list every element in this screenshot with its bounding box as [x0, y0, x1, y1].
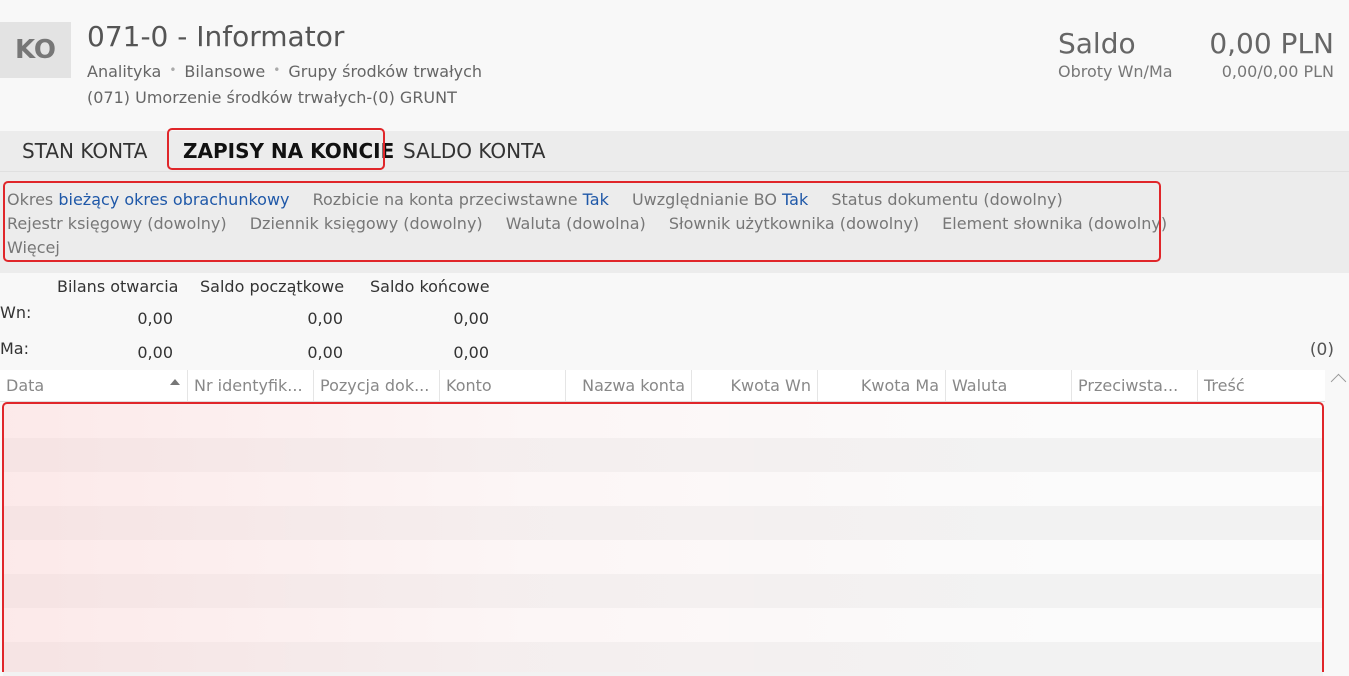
obroty-label: Obroty Wn/Ma — [1058, 62, 1173, 81]
column-header-waluta[interactable]: Waluta — [946, 370, 1072, 401]
saldo-label: Saldo — [1058, 27, 1136, 60]
table-row[interactable] — [3, 574, 1323, 608]
column-header-nazwa-konta[interactable]: Nazwa konta — [566, 370, 692, 401]
summary-value: 0,00 — [137, 343, 173, 362]
summary-header-saldo-konc: Saldo końcowe — [370, 277, 490, 296]
table-row[interactable] — [3, 506, 1323, 540]
table-row[interactable] — [3, 642, 1323, 676]
summary-header-saldo-pocz: Saldo początkowe — [200, 277, 345, 296]
table-row[interactable] — [3, 472, 1323, 506]
breadcrumb: Analityka • Bilansowe • Grupy środków tr… — [87, 62, 482, 81]
summary-value: 0,00 — [137, 309, 173, 328]
summary-label-wn: Wn: — [0, 303, 32, 322]
filter-more-link[interactable]: Więcej — [7, 238, 60, 257]
column-header-pozycja-dokumentu[interactable]: Pozycja dok... — [314, 370, 440, 401]
filter-status-dokumentu[interactable]: Status dokumentu (dowolny) — [831, 190, 1062, 209]
table-row[interactable] — [3, 540, 1323, 574]
breadcrumb-item[interactable]: Analityka — [87, 62, 161, 81]
table-row[interactable] — [3, 438, 1323, 472]
filter-row-2: Rejestr księgowy (dowolny) Dziennik księ… — [7, 214, 1185, 233]
column-header-tresc[interactable]: Treść — [1198, 370, 1325, 401]
filter-row-1: Okres bieżący okres obrachunkowy Rozbici… — [7, 190, 1081, 209]
filter-uwzglednianie-bo[interactable]: Uwzględnianie BO Tak — [632, 190, 808, 209]
record-count: (0) — [1309, 340, 1334, 360]
breadcrumb-item[interactable]: Grupy środków trwałych — [288, 62, 482, 81]
column-header-konto[interactable]: Konto — [440, 370, 566, 401]
separator-dot-icon: • — [169, 63, 177, 77]
tab-bar: STAN KONTA ZAPISY NA KONCIE SALDO KONTA — [0, 131, 1349, 172]
summary-header-bilans: Bilans otwarcia — [57, 277, 179, 296]
filter-rozbicie[interactable]: Rozbicie na konta przeciwstawne Tak — [313, 190, 609, 209]
filter-rejestr[interactable]: Rejestr księgowy (dowolny) — [7, 214, 227, 233]
filter-dziennik[interactable]: Dziennik księgowy (dowolny) — [250, 214, 483, 233]
grid-body — [3, 404, 1323, 676]
summary-value: 0,00 — [307, 309, 343, 328]
filter-element-slownika[interactable]: Element słownika (dowolny) — [942, 214, 1167, 233]
tab-zapisy-na-koncie[interactable]: ZAPISY NA KONCIE — [183, 131, 394, 171]
column-header-nr-identyfikacyjny[interactable]: Nr identyfik... — [188, 370, 314, 401]
tab-saldo-konta[interactable]: SALDO KONTA — [403, 131, 545, 171]
avatar: KO — [0, 22, 71, 78]
grid-header: Data Nr identyfik... Pozycja dok... Kont… — [0, 370, 1325, 402]
breadcrumb-item[interactable]: Bilansowe — [184, 62, 265, 81]
scroll-up-icon[interactable] — [1330, 373, 1347, 390]
filter-slownik[interactable]: Słownik użytkownika (dowolny) — [669, 214, 919, 233]
sort-ascending-icon[interactable] — [170, 379, 180, 385]
column-header-kwota-ma[interactable]: Kwota Ma — [818, 370, 946, 401]
filter-okres[interactable]: Okres bieżący okres obrachunkowy — [7, 190, 290, 209]
column-header-data[interactable]: Data — [0, 370, 188, 401]
summary-value: 0,00 — [307, 343, 343, 362]
table-row[interactable] — [3, 608, 1323, 642]
table-row[interactable] — [3, 404, 1323, 438]
summary-label-ma: Ma: — [0, 339, 29, 358]
saldo-value: 0,00 PLN — [1209, 27, 1334, 60]
obroty-value: 0,00/0,00 PLN — [1221, 62, 1334, 81]
column-header-kwota-wn[interactable]: Kwota Wn — [692, 370, 818, 401]
filter-waluta[interactable]: Waluta (dowolna) — [506, 214, 646, 233]
summary-value: 0,00 — [453, 309, 489, 328]
separator-dot-icon: • — [273, 63, 281, 77]
tab-stan-konta[interactable]: STAN KONTA — [22, 131, 147, 171]
account-subtitle: (071) Umorzenie środków trwałych-(0) GRU… — [87, 88, 457, 107]
page-title: 071-0 - Informator — [87, 20, 345, 53]
column-header-przeciwstawne[interactable]: Przeciwsta... — [1072, 370, 1198, 401]
summary-value: 0,00 — [453, 343, 489, 362]
